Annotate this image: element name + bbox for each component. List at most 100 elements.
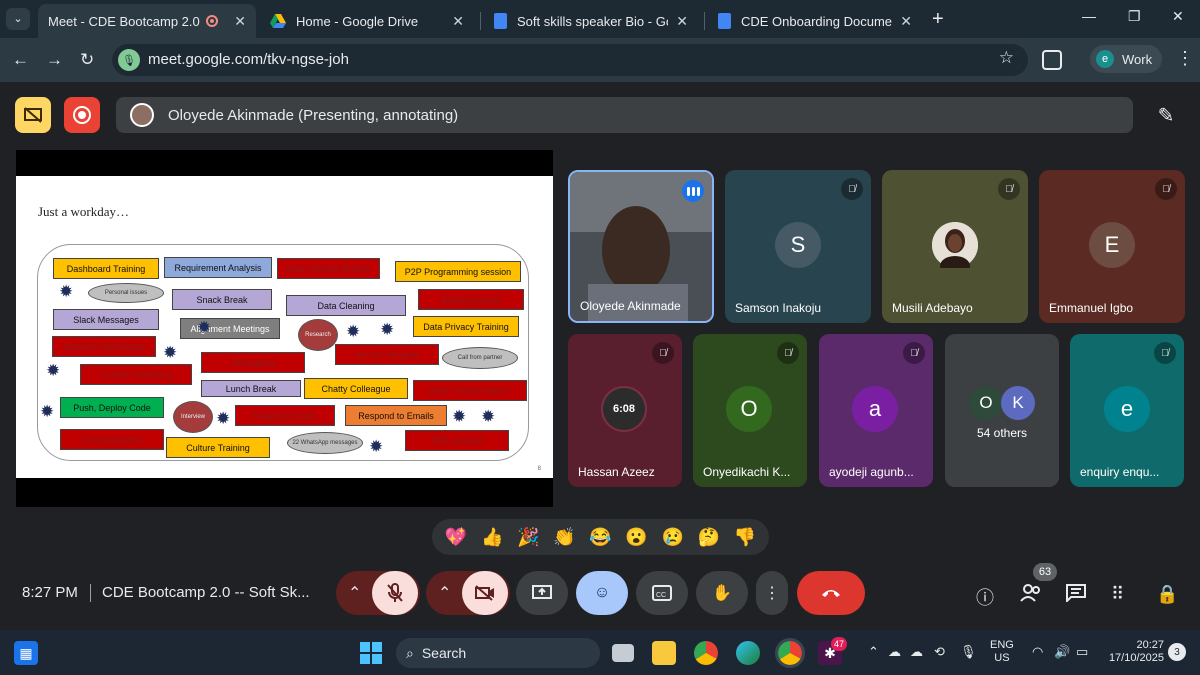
recording-button[interactable] [64,97,100,133]
slide-box: Building Model [418,289,524,310]
extensions-icon[interactable] [1042,50,1062,70]
browser-menu-icon[interactable]: ⋮ [1176,48,1194,69]
task-view-icon[interactable] [612,644,634,662]
cloud-sync-icon[interactable]: ☁ [910,644,923,660]
reaction-surprised[interactable]: 😮 [625,527,647,548]
star-shape-icon: ✹ [346,322,361,341]
participant-name: Samson Inakoju [735,301,822,315]
close-tab-icon[interactable]: ✕ [234,13,246,30]
mic-muted-icon: 🎙̸ [998,178,1020,200]
reaction-thinking[interactable]: 🤔 [698,527,720,548]
close-tab-icon[interactable]: ✕ [900,13,912,30]
participant-tile[interactable]: 🎙̸ 6:08 Hassan Azeez [568,334,682,487]
raise-hand-button[interactable]: ✋ [696,571,748,615]
participant-tile[interactable]: 🎙̸ e enquiry enqu... [1070,334,1184,487]
close-tab-icon[interactable]: ✕ [676,13,688,30]
reaction-heart[interactable]: 💖 [445,527,467,548]
participant-avatar: a [852,386,898,432]
participant-name: enquiry enqu... [1080,465,1160,479]
forward-button[interactable]: → [46,50,63,70]
participant-name: Musili Adebayo [892,301,973,315]
svg-text:CC: CC [656,592,666,599]
slide-board: Dashboard Training Requirement Analysis … [37,244,529,461]
bookmark-star-icon[interactable]: ☆ [999,49,1014,66]
url-field[interactable]: 🎙 meet.google.com/tkv-ngse-joh ☆ [112,44,1028,76]
more-options-button[interactable]: ⋮ [756,571,788,615]
stop-presenting-button[interactable] [15,97,51,133]
slide-box: Push, Deploy Code [60,397,164,418]
tab-meet[interactable]: Meet - CDE Bootcamp 2.0 - ✕ [38,4,256,102]
star-shape-icon: ✹ [163,343,178,362]
close-tab-icon[interactable]: ✕ [452,13,464,30]
tab-google-drive[interactable]: Home - Google Drive ✕ [260,4,474,38]
taskbar-search[interactable]: ⌕ Search [396,638,600,668]
camera-toggle-button[interactable] [462,571,508,615]
mic-muted-icon: 🎙̸ [1155,178,1177,200]
participant-tile[interactable]: Oloyede Akinmade [568,170,714,323]
tab-soft-skills-bio[interactable]: Soft skills speaker Bio - Google ✕ [484,4,698,38]
annotate-pen-icon[interactable]: ✎ [1148,97,1184,133]
close-window-button[interactable]: ✕ [1172,8,1184,25]
activities-grid-icon[interactable]: ⠿ [1111,584,1124,605]
reaction-thumbs-up[interactable]: 👍 [481,527,503,548]
people-icon[interactable] [1020,584,1042,607]
chrome-icon[interactable] [694,641,718,665]
start-button-icon[interactable] [359,641,383,665]
participant-tile[interactable]: 🎙̸ Musili Adebayo [882,170,1028,323]
reaction-laugh[interactable]: 😂 [589,527,611,548]
meeting-info-icon[interactable]: ⓘ [976,584,994,610]
minimize-button[interactable]: — [1082,8,1096,24]
wifi-icon[interactable]: ◠ [1032,644,1043,660]
participant-avatar: 6:08 [601,386,647,432]
participant-tile[interactable]: 🎙̸ E Emmanuel Igbo [1039,170,1185,323]
reload-button[interactable]: ↻ [80,50,94,70]
tab-cde-onboarding[interactable]: CDE Onboarding Document - G ✕ [708,4,922,38]
leave-call-button[interactable] [797,571,865,615]
participant-tile[interactable]: 🎙̸ a ayodeji agunb... [819,334,933,487]
microphone-tray-icon[interactable]: 🎙 [960,644,977,660]
meet-app: Oloyede Akinmade (Presenting, annotating… [0,82,1200,630]
profile-button[interactable]: e Work [1090,45,1162,73]
others-tile[interactable]: O K 54 others [945,334,1059,487]
sync-status-icon[interactable]: ⟲ [934,644,945,660]
input-language-indicator[interactable]: ENG US [990,639,1014,665]
widgets-icon[interactable]: ▦ [14,641,38,665]
slide-box: Requirement Analysis [164,257,272,278]
emoji-reactions-button[interactable]: ☺ [576,571,628,615]
reaction-sad[interactable]: 😢 [662,527,684,548]
reaction-thumbs-down[interactable]: 👎 [734,527,756,548]
reaction-party[interactable]: 🎉 [517,527,539,548]
star-shape-icon: ✹ [40,402,55,421]
captions-button[interactable]: CC [636,571,688,615]
tab-search-button[interactable]: ⌄ [6,8,30,30]
tab-title: Soft skills speaker Bio - Google [517,13,668,29]
search-placeholder: Search [421,645,467,661]
chat-icon[interactable] [1066,584,1086,607]
present-screen-button[interactable] [516,571,568,615]
reaction-clap[interactable]: 👏 [553,527,575,548]
notification-count-badge[interactable]: 3 [1168,643,1186,661]
file-explorer-icon[interactable] [652,641,676,665]
tray-overflow-icon[interactable]: ⌃ [868,644,879,660]
battery-icon[interactable]: ▭ [1076,644,1088,660]
microphone-in-use-icon[interactable]: 🎙 [118,49,140,71]
participant-tile[interactable]: 🎙̸ O Onyedikachi K... [693,334,807,487]
tab-separator [480,12,481,30]
profile-avatar: e [1096,50,1114,68]
new-tab-button[interactable]: + [932,8,944,31]
restore-button[interactable]: ❐ [1128,8,1141,25]
avatar-text: 6:08 [612,403,636,415]
onedrive-icon[interactable]: ☁ [888,644,901,660]
mic-muted-icon: 🎙̸ [652,342,674,364]
host-controls-lock-icon[interactable]: 🔒 [1156,584,1178,605]
microphone-toggle-button[interactable] [372,571,418,615]
slide-box: Debugging [201,352,305,373]
star-shape-icon: ✹ [369,437,384,456]
clock-time: 20:27 [1136,639,1164,651]
system-clock[interactable]: 20:27 17/10/2025 [1100,639,1164,665]
participant-tile[interactable]: 🎙̸ S Samson Inakoju [725,170,871,323]
back-button[interactable]: ← [12,50,29,70]
chrome-profile-icon[interactable] [775,638,805,668]
edge-icon[interactable] [736,641,760,665]
volume-icon[interactable]: 🔊 [1054,644,1070,660]
